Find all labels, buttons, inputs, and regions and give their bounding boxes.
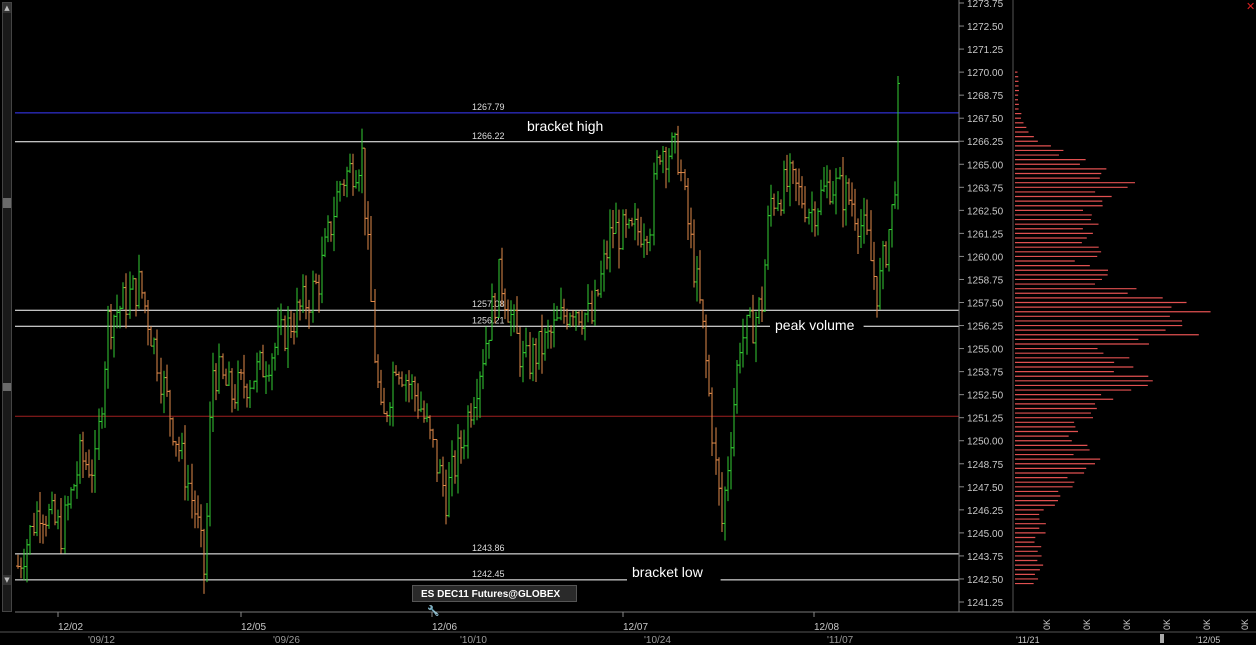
price-tick-label: 1257.50	[967, 299, 1004, 310]
price-tick-label: 1266.25	[967, 137, 1004, 148]
date-sub-label: '09/12	[88, 635, 115, 645]
symbol-text: ES DEC11 Futures@GLOBEX	[421, 589, 561, 600]
volume-axis-tick-label: 0K	[1162, 619, 1172, 630]
price-tick-label: 1273.75	[967, 0, 1004, 10]
price-tick-label: 1272.50	[967, 22, 1004, 33]
price-tick-label: 1265.00	[967, 160, 1004, 171]
price-tick-label: 1246.25	[967, 506, 1004, 517]
price-chart[interactable]: 1267.79 1266.22 1257.08 1256.21 1243.86 1242.…	[0, 0, 1256, 645]
volume-axis-tick-label: 0K	[1122, 619, 1132, 630]
volume-profile-group	[1015, 71, 1211, 585]
date-label: 12/07	[623, 622, 648, 633]
price-tick-label: 1271.25	[967, 45, 1004, 56]
price-tick-label: 1251.25	[967, 414, 1004, 425]
price-tick-label: 1261.25	[967, 229, 1004, 240]
level-label: 1256.21	[472, 315, 505, 325]
level-label: 1242.45	[472, 569, 505, 579]
volume-axis-tick-label: 0K	[1042, 619, 1052, 630]
price-tick-label: 1267.50	[967, 114, 1004, 125]
price-tick-label: 1255.00	[967, 345, 1004, 356]
date-label: 12/05	[241, 622, 266, 633]
date-axis: 12/02 12/05 12/06 12/07 12/08 '09/12 '09/26 '10…	[57, 612, 854, 645]
annotation-label: bracket high	[527, 118, 603, 134]
price-tick-label: 1252.50	[967, 391, 1004, 402]
volume-axis-tick-label: 0K	[1240, 619, 1250, 630]
wrench-icon[interactable]: 🔧	[427, 606, 439, 617]
date-label: 12/08	[814, 622, 839, 633]
price-tick-label: 1268.75	[967, 91, 1004, 102]
date-label: 12/02	[58, 622, 83, 633]
date-sub-label: '10/10	[460, 635, 487, 645]
date-sub-label: '10/24	[644, 635, 671, 645]
price-tick-label: 1247.50	[967, 483, 1004, 494]
annotation-label: peak volume	[775, 317, 855, 333]
price-tick-label: 1253.75	[967, 368, 1004, 379]
price-tick-label: 1250.00	[967, 437, 1004, 448]
date-sub-label: '11/07	[827, 635, 854, 645]
volume-axis-end-label: '12/05	[1196, 635, 1220, 645]
close-icon[interactable]: ✕	[1246, 0, 1255, 13]
price-tick-label: 1243.75	[967, 552, 1004, 563]
level-label: 1266.22	[472, 131, 505, 141]
price-tick-label: 1270.00	[967, 68, 1004, 79]
price-tick-label: 1245.00	[967, 529, 1004, 540]
price-tick-label: 1241.25	[967, 598, 1004, 609]
date-sub-label: '09/26	[273, 635, 300, 645]
level-label: 1243.86	[472, 543, 505, 553]
price-tick-label: 1242.50	[967, 575, 1004, 586]
annotation-label: bracket low	[632, 564, 704, 580]
level-label: 1257.08	[472, 299, 505, 309]
symbol-label[interactable]: ES DEC11 Futures@GLOBEX 🔧	[412, 585, 577, 617]
volume-axis-tick-label: 0K	[1202, 619, 1212, 630]
price-tick-label: 1258.75	[967, 275, 1004, 286]
volume-axis-tick-label: 0K	[1082, 619, 1092, 630]
volume-scroll-handle	[1160, 634, 1164, 643]
price-tick-label: 1262.50	[967, 206, 1004, 217]
price-tick-label: 1248.75	[967, 460, 1004, 471]
price-axis: 1273.75 1272.50 1271.25 1270.00 1268.75 1267.…	[959, 0, 1004, 609]
price-tick-label: 1256.25	[967, 322, 1004, 333]
level-label: 1267.79	[472, 102, 505, 112]
price-tick-label: 1263.75	[967, 183, 1004, 194]
volume-axis-start-label: '11/21	[1016, 635, 1040, 645]
date-label: 12/06	[432, 622, 457, 633]
price-tick-label: 1260.00	[967, 252, 1004, 263]
